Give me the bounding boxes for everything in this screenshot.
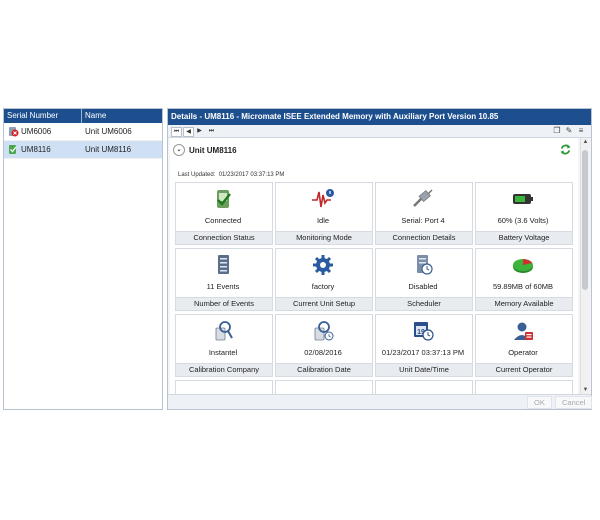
tile-memory-available[interactable]: 59.89MB of 60MB Memory Available xyxy=(475,248,573,312)
tile-calibration-company[interactable]: Instantel Calibration Company xyxy=(175,314,273,378)
tile-label: Monitoring Mode xyxy=(275,231,373,245)
tile-value: factory xyxy=(311,282,335,291)
details-content: ⌄ Unit UM8116 Last Updated: 01/23/2017 0… xyxy=(170,138,578,395)
name-cell: Unit UM8116 xyxy=(85,145,132,154)
tile-label: Number of Events xyxy=(175,297,273,311)
unit-list-panel: Serial Number Name UM6006 Unit UM6006 UM… xyxy=(3,108,163,410)
tile-partial xyxy=(375,380,473,395)
tile-unit-date-time[interactable]: 19 01/23/2017 03:37:13 PM Unit Date/Time xyxy=(375,314,473,378)
serial-number-cell: UM8116 xyxy=(21,145,51,154)
name-cell: Unit UM6006 xyxy=(85,127,132,136)
previous-page-button[interactable]: ◀ xyxy=(183,127,194,137)
last-updated-value: 01/23/2017 03:37:13 PM xyxy=(218,172,285,178)
tile-value: Operator xyxy=(508,348,538,357)
connected-check-icon xyxy=(217,190,231,208)
tile-partial xyxy=(175,380,273,395)
tile-label: Connection Status xyxy=(175,231,273,245)
tile-partial xyxy=(475,380,573,395)
tile-value: 60% (3.6 Volts) xyxy=(497,216,549,225)
scroll-thumb[interactable] xyxy=(582,150,588,290)
tile-label: Unit Date/Time xyxy=(375,363,473,377)
calibration-company-icon xyxy=(215,321,233,341)
details-panel: Details - UM8116 - Micromate ISEE Extend… xyxy=(167,108,593,410)
ok-button[interactable]: OK xyxy=(527,396,552,409)
gear-icon xyxy=(313,255,333,275)
unit-connected-icon xyxy=(9,145,17,154)
next-page-button[interactable]: ▶ xyxy=(195,127,204,135)
memory-pie-icon xyxy=(513,259,533,273)
cancel-button[interactable]: Cancel xyxy=(555,396,593,409)
tile-value: 02/08/2016 xyxy=(304,348,342,357)
last-updated-label: Last Updated: xyxy=(178,172,216,178)
tile-label: Current Operator xyxy=(475,363,573,377)
tile-value: 59.89MB of 60MB xyxy=(492,282,554,291)
tile-scheduler[interactable]: Disabled Scheduler xyxy=(375,248,473,312)
serial-cable-icon xyxy=(413,189,433,207)
tile-value: Idle xyxy=(316,216,330,225)
list-header: Serial Number Name xyxy=(4,109,162,123)
tile-number-of-events[interactable]: 11 Events Number of Events xyxy=(175,248,273,312)
calendar-clock-icon: 19 xyxy=(414,322,434,341)
tile-value: Disabled xyxy=(408,282,438,291)
tile-value: Instantel xyxy=(208,348,238,357)
menu-icon[interactable]: ≡ xyxy=(576,126,586,136)
tile-current-operator[interactable]: Operator Current Operator xyxy=(475,314,573,378)
last-page-button[interactable]: ⏭ xyxy=(207,127,216,135)
vertical-scrollbar[interactable]: ▲ ▼ xyxy=(580,138,590,395)
tile-battery-voltage[interactable]: 60% (3.6 Volts) Battery Voltage xyxy=(475,182,573,246)
tile-label: Scheduler xyxy=(375,297,473,311)
unit-title: Unit UM8116 xyxy=(189,145,237,155)
tile-connection-details[interactable]: Serial: Port 4 Connection Details xyxy=(375,182,473,246)
column-header-serial-number[interactable]: Serial Number xyxy=(4,109,82,123)
waveform-icon xyxy=(312,189,334,208)
details-header: Details - UM8116 - Micromate ISEE Extend… xyxy=(168,109,591,125)
first-page-button[interactable]: ⏮ xyxy=(171,127,182,137)
details-toolbar: ⏮ ◀ ▶ ⏭ ❐ ✎ ≡ xyxy=(168,125,591,138)
battery-icon xyxy=(513,194,533,204)
column-header-name[interactable]: Name xyxy=(82,109,106,123)
list-row-um8116[interactable]: UM8116 Unit UM8116 xyxy=(4,141,162,159)
tile-value: Connected xyxy=(204,216,242,225)
tile-label: Calibration Date xyxy=(275,363,373,377)
tile-label: Battery Voltage xyxy=(475,231,573,245)
tile-connection-status[interactable]: Connected Connection Status xyxy=(175,182,273,246)
scheduler-icon xyxy=(417,255,433,275)
list-row-um6006[interactable]: UM6006 Unit UM6006 xyxy=(4,123,162,141)
tile-current-unit-setup[interactable]: factory Current Unit Setup xyxy=(275,248,373,312)
collapse-chevron-icon[interactable]: ⌄ xyxy=(173,144,185,156)
tile-label: Calibration Company xyxy=(175,363,273,377)
edit-pencil-icon[interactable]: ✎ xyxy=(564,126,574,136)
tile-label: Current Unit Setup xyxy=(275,297,373,311)
unit-disconnected-icon xyxy=(9,127,19,137)
events-stack-icon xyxy=(218,255,229,274)
tile-monitoring-mode[interactable]: Idle Monitoring Mode xyxy=(275,182,373,246)
last-updated: Last Updated: 01/23/2017 03:37:13 PM xyxy=(178,172,284,178)
copy-icon[interactable]: ❐ xyxy=(552,126,562,136)
details-footer: OK Cancel xyxy=(168,394,593,409)
serial-number-cell: UM6006 xyxy=(21,127,52,136)
scroll-up-arrow-icon[interactable]: ▲ xyxy=(581,138,590,147)
refresh-icon[interactable] xyxy=(559,143,572,156)
tile-label: Connection Details xyxy=(375,231,473,245)
calibration-date-icon xyxy=(314,321,334,341)
tile-calibration-date[interactable]: 02/08/2016 Calibration Date xyxy=(275,314,373,378)
tile-partial xyxy=(275,380,373,395)
tile-value: Serial: Port 4 xyxy=(401,216,445,225)
tile-value: 01/23/2017 03:37:13 PM xyxy=(381,348,465,357)
operator-icon xyxy=(514,322,533,340)
tile-label: Memory Available xyxy=(475,297,573,311)
tile-value: 11 Events xyxy=(206,282,240,291)
